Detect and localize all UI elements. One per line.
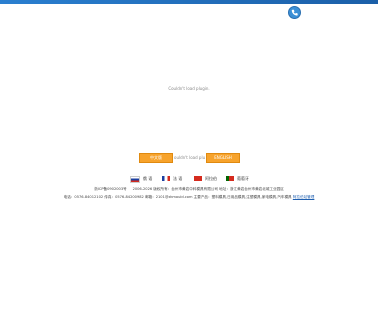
phone-glyph-icon — [291, 9, 298, 16]
france-flag-icon — [162, 176, 170, 181]
language-label: 葡萄牙 — [237, 176, 249, 181]
plugin-error-message-small: ouldn't load plu — [174, 155, 206, 160]
enter-english-button[interactable]: ENGLISH — [206, 153, 240, 163]
arabic-flag-icon — [194, 176, 202, 181]
portugal-flag-icon — [226, 176, 234, 181]
top-banner-bar — [0, 0, 378, 4]
enter-chinese-button[interactable]: 中文版 — [139, 153, 173, 163]
language-label: 俄 语 — [143, 176, 153, 181]
language-link-french[interactable]: 法 语 — [162, 176, 182, 181]
language-link-russian[interactable]: 俄 语 — [130, 176, 152, 183]
admin-link[interactable]: 阿拉伯站管理 — [293, 195, 315, 199]
language-label: 阿拉伯 — [205, 176, 217, 181]
language-link-portuguese[interactable]: 葡萄牙 — [226, 176, 249, 181]
language-links: 俄 语 法 语 阿拉伯 葡萄牙 — [0, 176, 378, 183]
footer-copyright: 浙ICP备0902003号 2006-2026 版权所有：台州市黄岩中科模具有限… — [94, 187, 284, 191]
language-link-arabic[interactable]: 阿拉伯 — [194, 176, 217, 181]
language-label: 法 语 — [173, 176, 183, 181]
footer-contact: 电话：0576-84012102 传真：0576-84200982 邮箱：210… — [0, 195, 378, 200]
footer-contact-text: 电话：0576-84012102 传真：0576-84200982 邮箱：210… — [63, 195, 292, 199]
phone-icon[interactable] — [288, 6, 301, 19]
plugin-error-message: Couldn't load plugin. — [168, 86, 210, 91]
enter-site-row: 中文版 ouldn't load plu ENGLISH — [0, 153, 378, 163]
russia-flag-icon — [130, 176, 140, 183]
